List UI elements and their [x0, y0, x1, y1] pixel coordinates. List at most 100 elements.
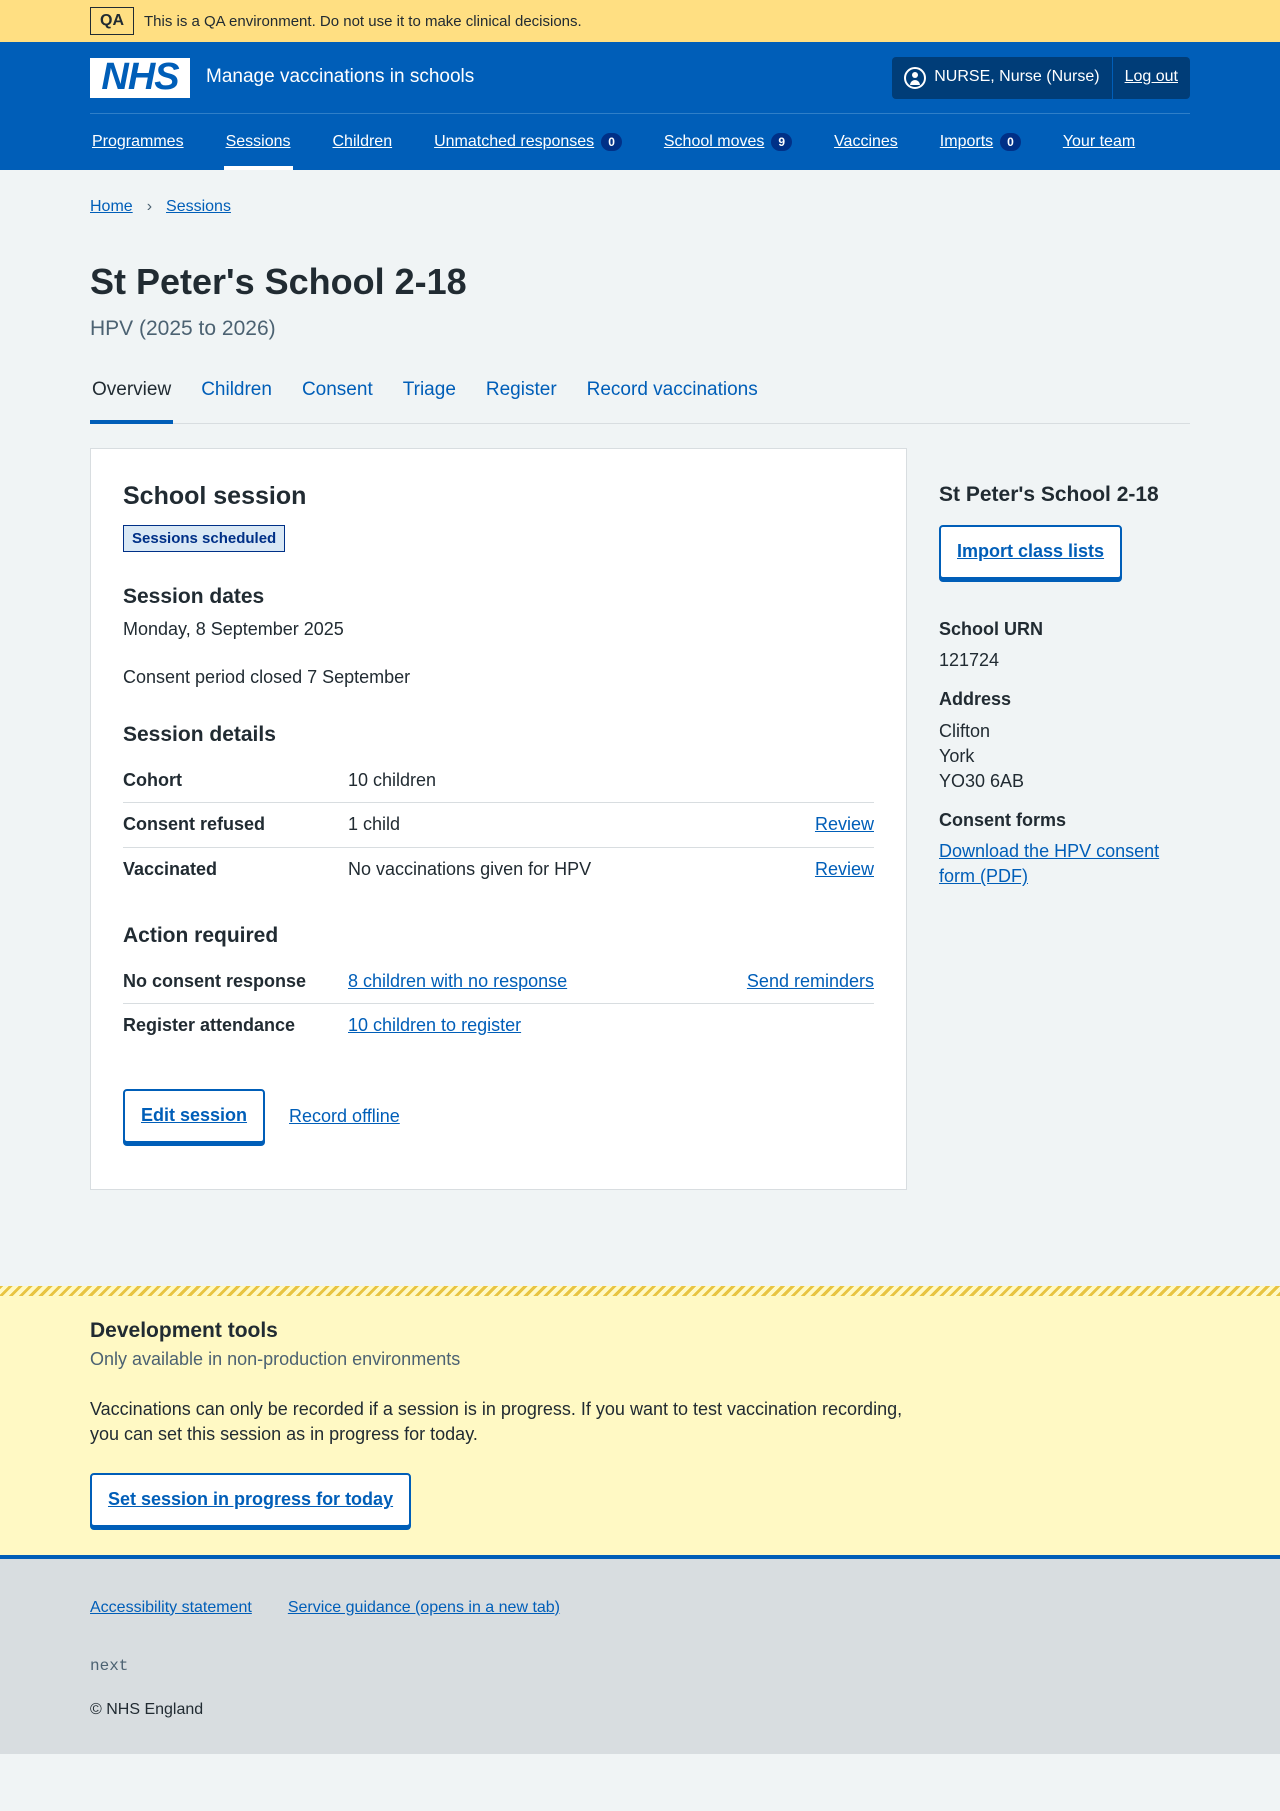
urn-label: School URN [939, 618, 1044, 639]
primary-nav: Programmes Sessions Children Unmatched r… [90, 113, 1190, 170]
detail-value: 10 children [348, 770, 437, 791]
consent-period: Consent period closed 7 September [123, 666, 411, 687]
main-content: Home › Sessions St Peter's School 2-18 H… [90, 170, 1190, 1191]
nhs-logo[interactable]: NHS [90, 56, 190, 98]
tab-overview[interactable]: Overview [90, 377, 174, 424]
breadcrumb: Home › Sessions [90, 170, 1190, 218]
nav-item-school-moves[interactable]: School moves 9 [662, 114, 794, 170]
session-details-heading: Session details [123, 722, 276, 746]
nav-item-sessions[interactable]: Sessions [223, 114, 293, 170]
nav-link[interactable]: Your team [1063, 131, 1135, 153]
session-details-list: Cohort 10 children Consent refused 1 chi… [123, 759, 874, 891]
qa-banner: QA This is a QA environment. Do not use … [0, 0, 1280, 42]
qa-message: This is a QA environment. Do not use it … [144, 12, 582, 30]
user-name: NURSE, Nurse (Nurse) [934, 68, 1100, 86]
detail-key: Vaccinated [123, 858, 218, 879]
session-dates-heading: Session dates [123, 584, 265, 608]
tab-triage[interactable]: Triage [401, 377, 458, 423]
accessibility-statement-link[interactable]: Accessibility statement [90, 1597, 252, 1619]
qa-tag: QA [90, 7, 134, 35]
edit-session-button[interactable]: Edit session [123, 1089, 266, 1144]
action-row-register: Register attendance 10 children to regis… [123, 1004, 874, 1047]
school-address: Address Clifton York YO30 6AB [939, 687, 1189, 794]
development-tools: Development tools Only available in non-… [0, 1286, 1280, 1559]
record-offline-link[interactable]: Record offline [289, 1104, 400, 1129]
service-guidance-link[interactable]: Service guidance (opens in a new tab) [288, 1597, 560, 1619]
nav-link[interactable]: Imports [940, 131, 993, 153]
logout-link[interactable]: Log out [1113, 66, 1190, 88]
school-urn: School URN 121724 [939, 617, 1189, 673]
address-line: YO30 6AB [939, 770, 1025, 791]
detail-key: Cohort [123, 770, 182, 791]
nav-item-children[interactable]: Children [331, 114, 395, 170]
urn-value: 121724 [939, 650, 1000, 671]
tab-consent[interactable]: Consent [300, 377, 375, 423]
nav-link[interactable]: Vaccines [834, 131, 898, 153]
action-required-list: No consent response 8 children with no r… [123, 960, 874, 1047]
send-reminders-link[interactable]: Send reminders [747, 969, 874, 994]
session-card: School session Sessions scheduled Sessio… [90, 447, 907, 1191]
footer: Accessibility statement Service guidance… [0, 1558, 1280, 1754]
copyright: © NHS England [90, 1701, 204, 1719]
user-icon [904, 66, 927, 89]
count-badge: 0 [601, 133, 622, 151]
action-required-heading: Action required [123, 923, 279, 947]
detail-row-vaccinated: Vaccinated No vaccinations given for HPV… [123, 848, 874, 891]
detail-row-consent-refused: Consent refused 1 child Review [123, 803, 874, 848]
account-user: NURSE, Nurse (Nurse) [892, 56, 1113, 99]
count-badge: 9 [771, 133, 793, 151]
version-label: next [90, 1656, 129, 1675]
nav-link[interactable]: Sessions [226, 131, 291, 153]
nav-link[interactable]: Programmes [92, 131, 184, 153]
chevron-right-icon: › [146, 198, 153, 215]
address-line: York [939, 745, 975, 766]
review-vaccinated-link[interactable]: Review [815, 857, 874, 882]
nav-item-vaccines[interactable]: Vaccines [832, 114, 900, 170]
header: NHS Manage vaccinations in schools NURSE… [0, 42, 1280, 170]
secondary-tabs: Overview Children Consent Triage Registe… [90, 377, 1190, 424]
service-name[interactable]: Manage vaccinations in schools [206, 64, 474, 91]
breadcrumb-home[interactable]: Home [90, 196, 133, 218]
detail-value: 1 child [348, 814, 401, 835]
tab-children[interactable]: Children [199, 377, 274, 423]
brand[interactable]: NHS Manage vaccinations in schools [90, 56, 474, 98]
nav-item-your-team[interactable]: Your team [1061, 114, 1137, 170]
detail-value: No vaccinations given for HPV [348, 858, 592, 879]
school-sidebar: St Peter's School 2-18 Import class list… [939, 448, 1189, 1190]
no-response-link[interactable]: 8 children with no response [348, 971, 567, 991]
breadcrumb-sessions[interactable]: Sessions [166, 196, 231, 218]
nav-link[interactable]: School moves [664, 131, 765, 153]
nav-item-unmatched-responses[interactable]: Unmatched responses 0 [432, 114, 624, 170]
detail-row-cohort: Cohort 10 children [123, 759, 874, 804]
address-label: Address [939, 689, 1012, 710]
set-in-progress-button[interactable]: Set session in progress for today [90, 1473, 412, 1527]
tab-record-vaccinations[interactable]: Record vaccinations [585, 377, 760, 423]
review-consent-refused-link[interactable]: Review [815, 812, 874, 837]
count-badge: 0 [1000, 133, 1021, 151]
download-consent-form-link[interactable]: Download the HPV consent form (PDF) [939, 841, 1159, 886]
tab-register[interactable]: Register [484, 377, 559, 423]
nav-link[interactable]: Children [333, 131, 393, 153]
address-line: Clifton [939, 720, 991, 741]
nav-item-programmes[interactable]: Programmes [90, 114, 186, 170]
consent-forms-label: Consent forms [939, 810, 1067, 831]
dev-tools-text: Vaccinations can only be recorded if a s… [90, 1398, 903, 1444]
session-date: Monday, 8 September 2025 [123, 619, 344, 640]
school-name: St Peter's School 2-18 [939, 482, 1159, 506]
import-class-lists-button[interactable]: Import class lists [939, 525, 1123, 579]
page-caption: HPV (2025 to 2026) [90, 316, 276, 340]
page-title: St Peter's School 2-18 [90, 261, 467, 303]
session-heading: School session [123, 481, 307, 510]
dev-tools-subheading: Only available in non-production environ… [90, 1349, 461, 1370]
account-menu: NURSE, Nurse (Nurse) Log out [892, 56, 1190, 99]
nav-item-imports[interactable]: Imports 0 [938, 114, 1023, 170]
dev-tools-heading: Development tools [90, 1319, 278, 1343]
status-badge: Sessions scheduled [123, 524, 286, 552]
nav-link[interactable]: Unmatched responses [434, 131, 594, 153]
consent-forms: Consent forms Download the HPV consent f… [939, 808, 1189, 890]
detail-key: Consent refused [123, 814, 266, 835]
action-key: Register attendance [123, 1015, 296, 1036]
action-row-no-consent: No consent response 8 children with no r… [123, 960, 874, 1005]
action-key: No consent response [123, 971, 307, 992]
register-link[interactable]: 10 children to register [348, 1015, 521, 1035]
